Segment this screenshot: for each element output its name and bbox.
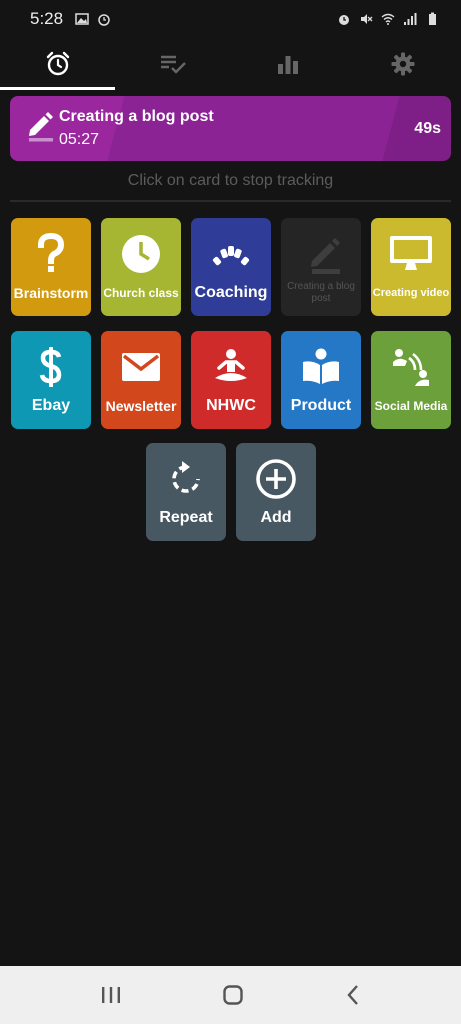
monitor-icon: [390, 236, 432, 270]
alarm-clock-icon: [46, 51, 69, 76]
back-icon[interactable]: [345, 984, 361, 1006]
card-social-media[interactable]: Social Media: [371, 331, 451, 429]
playlist-check-icon: [160, 55, 186, 74]
card-coaching[interactable]: Coaching: [191, 218, 271, 316]
card-label: Brainstorm: [13, 285, 89, 301]
card-label: Creating video: [372, 287, 450, 299]
card-ebay[interactable]: Ebay: [11, 331, 91, 429]
divider: [10, 200, 451, 202]
card-label: Product: [290, 397, 352, 414]
card-church-class[interactable]: Church class: [101, 218, 181, 316]
reading-icon: [303, 348, 339, 384]
active-task-elapsed: 05:27: [59, 131, 100, 148]
card-label: NHWC: [206, 397, 256, 414]
people-talk-icon: [393, 349, 429, 386]
alarm-on-icon: [339, 15, 349, 25]
status-bar: 5:28: [0, 0, 461, 38]
add-circle-icon: [256, 459, 296, 499]
active-task-title: Creating a blog post: [59, 108, 214, 125]
status-time: 5:28: [30, 9, 64, 28]
add-button[interactable]: Add: [236, 443, 316, 541]
gauge-icon: [212, 246, 250, 266]
meditation-icon: [215, 349, 247, 381]
tracking-hint: Click on card to stop tracking: [127, 172, 334, 189]
active-task-seconds: 49s: [414, 120, 441, 137]
card-brainstorm[interactable]: Brainstorm: [11, 218, 91, 316]
tab-stats[interactable]: [231, 38, 346, 90]
wifi-icon: [381, 13, 395, 25]
tab-timer[interactable]: [0, 38, 116, 90]
dollar-icon: [39, 347, 62, 387]
repeat-icon: [172, 461, 200, 493]
recent-apps-icon[interactable]: [100, 985, 122, 1005]
mute-icon: [361, 14, 373, 24]
repeat-button[interactable]: Repeat: [146, 443, 226, 541]
gallery-icon: [75, 13, 89, 25]
card-creating-blog-post[interactable]: Creating a blog post: [281, 218, 361, 316]
home-icon[interactable]: [222, 984, 244, 1006]
pencil-icon: [29, 112, 53, 142]
card-label: Social Media: [374, 399, 448, 413]
signal-icon: [404, 13, 417, 25]
alarm-status-icon: [98, 14, 110, 26]
card-creating-video[interactable]: Creating video: [371, 218, 451, 316]
envelope-icon: [122, 353, 160, 381]
card-label: Newsletter: [105, 398, 177, 414]
card-label: Church class: [103, 286, 179, 300]
active-task-card[interactable]: [10, 96, 451, 161]
question-mark-icon: [37, 233, 65, 272]
system-nav-bar: [0, 966, 461, 1024]
card-label: Ebay: [31, 397, 71, 414]
card-label: Add: [260, 509, 292, 526]
card-label: Coaching: [194, 284, 268, 301]
bar-chart-icon: [278, 56, 299, 74]
tab-tasks[interactable]: [115, 38, 230, 90]
clock-icon: [122, 235, 160, 273]
pencil-icon: [311, 238, 340, 274]
tab-settings[interactable]: [346, 38, 461, 90]
battery-icon: [429, 12, 436, 25]
card-product[interactable]: Product: [281, 331, 361, 429]
gear-icon: [391, 52, 415, 76]
card-nhwc[interactable]: NHWC: [191, 331, 271, 429]
card-newsletter[interactable]: Newsletter: [101, 331, 181, 429]
card-label: Creating a blog post: [287, 281, 355, 304]
tab-bar: [0, 38, 461, 90]
card-label: Repeat: [159, 509, 213, 526]
